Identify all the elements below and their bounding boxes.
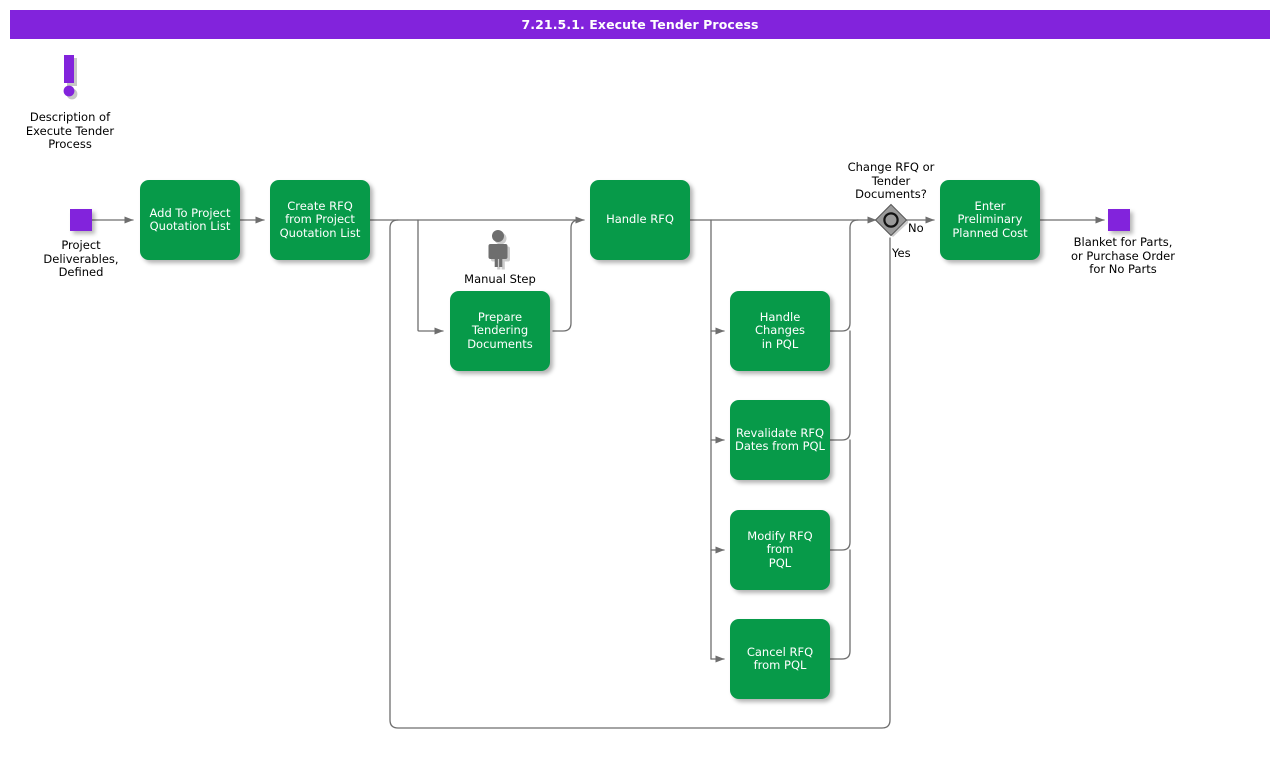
edge-label-yes: Yes	[892, 246, 911, 260]
node-prepare-tendering-documents[interactable]: Prepare Tendering Documents	[450, 291, 550, 371]
node-label: Prepare Tendering Documents	[467, 309, 533, 351]
node-add-to-project-quotation-list[interactable]: Add To Project Quotation List	[140, 180, 240, 260]
node-modify-rfq-from-pql[interactable]: Modify RFQ from PQL	[730, 510, 830, 590]
node-handle-changes-in-pql[interactable]: Handle Changes in PQL	[730, 291, 830, 371]
edge-revalidate-return	[829, 330, 851, 441]
edge-cancel-return	[829, 549, 851, 660]
node-handle-rfq[interactable]: Handle RFQ	[590, 180, 690, 260]
node-label: Handle Changes in PQL	[754, 309, 806, 351]
node-label: Enter Preliminary Planned Cost	[952, 198, 1028, 240]
edge-merge-into-decision	[849, 219, 859, 229]
node-label: Modify RFQ from PQL	[747, 528, 813, 570]
flowchart-canvas: 7.21.5.1. Execute Tender Process Descrip…	[0, 0, 1280, 758]
node-cancel-rfq-from-pql[interactable]: Cancel RFQ from PQL	[730, 619, 830, 699]
page-title: 7.21.5.1. Execute Tender Process	[521, 17, 759, 32]
node-label: Handle RFQ	[606, 212, 674, 227]
node-label: Add To Project Quotation List	[149, 205, 231, 233]
decision-change-rfq[interactable]	[874, 203, 909, 237]
end-terminator-label: Blanket for Parts, or Purchase Order for…	[1071, 235, 1175, 276]
edge-modify-return	[829, 439, 851, 551]
edge-label-no: No	[908, 221, 924, 235]
person-icon	[486, 229, 514, 271]
node-label: Cancel RFQ from PQL	[746, 644, 814, 672]
decision-label: Change RFQ or Tender Documents?	[847, 160, 935, 201]
edge-handle-changes-return	[829, 227, 851, 332]
node-revalidate-rfq-dates-from-pql[interactable]: Revalidate RFQ Dates from PQL	[730, 400, 830, 480]
node-label: Create RFQ from Project Quotation List	[279, 198, 361, 240]
start-terminator[interactable]	[70, 209, 92, 231]
title-bar: 7.21.5.1. Execute Tender Process	[10, 10, 1270, 39]
node-enter-preliminary-planned-cost[interactable]: Enter Preliminary Planned Cost	[940, 180, 1040, 260]
description-label: Description of Execute Tender Process	[25, 110, 115, 151]
node-label: Revalidate RFQ Dates from PQL	[735, 425, 825, 453]
end-terminator[interactable]	[1108, 209, 1130, 231]
manual-step-label: Manual Step	[464, 272, 536, 286]
start-terminator-label: Project Deliverables, Defined	[43, 238, 119, 279]
exclamation-icon	[54, 55, 88, 107]
connector-layer	[91, 216, 1105, 729]
node-create-rfq-from-project-quotation-list[interactable]: Create RFQ from Project Quotation List	[270, 180, 370, 260]
